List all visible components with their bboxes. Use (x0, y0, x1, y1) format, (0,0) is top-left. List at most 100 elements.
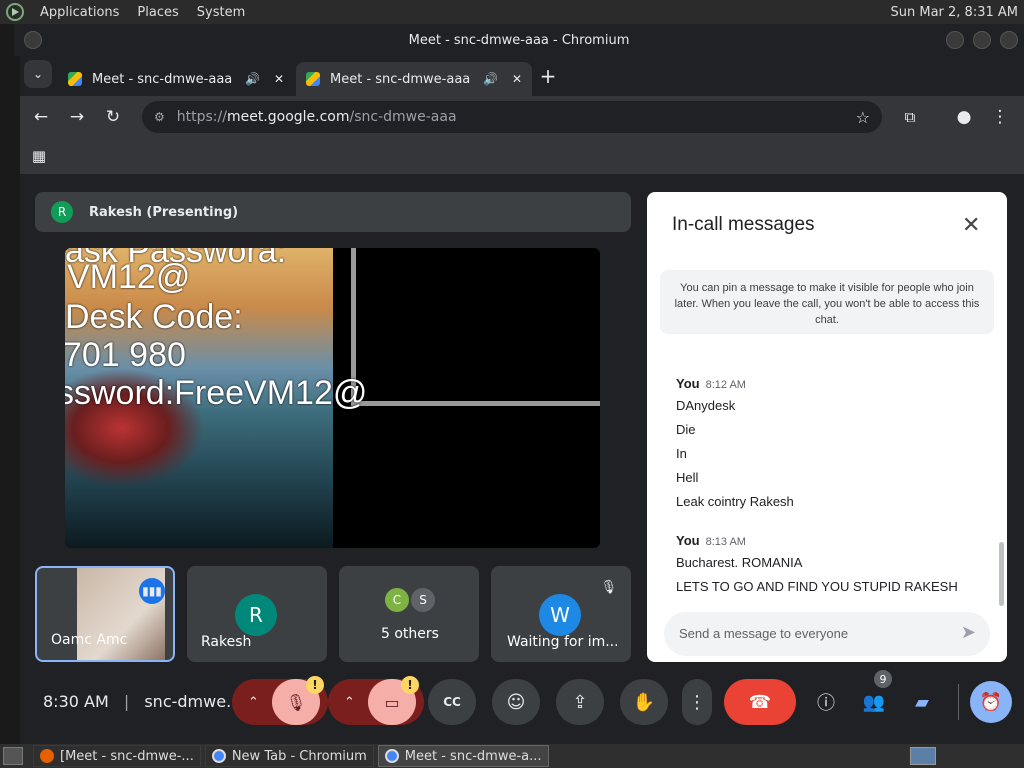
bookmarks-bar: ▦ (20, 138, 1024, 174)
close-tab-icon[interactable]: ✕ (512, 72, 522, 86)
presenter-label: Rakesh (Presenting) (89, 204, 239, 220)
screen-text-line: VM12@ (67, 258, 191, 296)
mic-warning-icon: ! (306, 676, 324, 694)
close-window-button[interactable] (1000, 31, 1018, 49)
url-scheme: https:// (176, 109, 227, 125)
presenter-avatar: R (51, 201, 73, 223)
participant-avatar: W (539, 594, 581, 636)
in-call-messages-panel: In-call messages ✕ You can pin a message… (647, 192, 1007, 662)
minimize-button[interactable] (946, 31, 964, 49)
screen-text-line: 701 980 (65, 336, 186, 374)
profile-icon[interactable]: ● (948, 101, 980, 133)
mic-off-icon: 🎙 (600, 580, 617, 595)
people-count-badge: 9 (874, 670, 892, 688)
more-options-icon[interactable]: ⋮ (682, 679, 712, 725)
message-line: In (676, 446, 687, 461)
audio-playing-icon[interactable]: 🔊 (483, 72, 498, 86)
apps-grid-icon[interactable]: ▦ (23, 140, 55, 172)
captions-button[interactable]: CC (428, 679, 476, 725)
meeting-details: 8:30 AM | snc-dmwe... (43, 692, 242, 711)
back-arrow-icon[interactable]: ← (25, 101, 57, 133)
desktop-edge (0, 24, 20, 744)
participant-name: Waiting for im... (507, 634, 617, 650)
gnome-foot-icon[interactable] (6, 3, 24, 21)
present-screen-button[interactable]: ⇪ (556, 679, 604, 725)
message-time: 8:12 AM (705, 379, 746, 391)
raise-hand-button[interactable]: ✋ (620, 679, 668, 725)
window-title: Meet - snc-dmwe-aaa - Chromium (408, 32, 630, 48)
message-line: Bucharest. ROMANIA (676, 555, 803, 570)
extensions-puzzle-icon[interactable]: ⧉ (894, 101, 926, 133)
tab-title: Meet - snc-dmwe-aaa (330, 71, 471, 87)
activities-alarm-icon[interactable]: ⏰ (970, 681, 1012, 723)
chat-message-input[interactable]: Send a message to everyone ➤ (664, 612, 990, 656)
kebab-menu-icon[interactable]: ⋮ (984, 101, 1016, 133)
participant-tile-rakesh[interactable]: R Rakesh (187, 566, 327, 662)
window-menu-button[interactable] (24, 31, 42, 49)
participant-tile-self[interactable]: ▮▮▮ Oamc Amc (35, 566, 175, 662)
pin-info-note: You can pin a message to make it visible… (660, 270, 994, 334)
address-bar[interactable]: ⚙ https:// meet.google.com /snc-dmwe-aaa… (142, 101, 882, 133)
taskbar-item-active[interactable]: Meet - snc-dmwe-a... (377, 745, 549, 767)
meeting-time: 8:30 AM (43, 692, 109, 711)
meeting-info-icon[interactable]: ⓘ (808, 679, 844, 725)
screen-text-line: ssword:FreeVM12@ (65, 374, 368, 412)
show-desktop-icon[interactable] (3, 747, 23, 765)
meet-favicon-icon (68, 72, 82, 86)
new-tab-plus-icon[interactable]: + (532, 60, 564, 92)
clock-datetime[interactable]: Sun Mar 2, 8:31 AM (891, 5, 1019, 20)
menu-system[interactable]: System (191, 5, 251, 20)
chromium-icon (211, 749, 226, 763)
message-line: Leak cointry Rakesh (676, 494, 794, 509)
presenter-bar: R Rakesh (Presenting) (35, 192, 631, 232)
message-time: 8:13 AM (705, 536, 746, 548)
controls-divider (958, 684, 959, 720)
chat-title: In-call messages (672, 214, 815, 235)
participant-avatar: C (385, 588, 409, 612)
chat-scrollbar[interactable] (999, 542, 1004, 606)
forward-arrow-icon[interactable]: → (61, 101, 93, 133)
reload-icon[interactable]: ↻ (97, 101, 129, 133)
workspace-switcher[interactable] (910, 747, 936, 765)
camera-warning-icon: ! (401, 676, 419, 694)
leave-call-button[interactable]: ☎ (724, 679, 796, 725)
participant-avatar: R (235, 594, 277, 636)
bookmark-star-icon[interactable]: ☆ (856, 108, 870, 127)
audio-playing-icon[interactable]: 🔊 (245, 72, 260, 86)
chat-input-placeholder: Send a message to everyone (679, 626, 849, 641)
tab-title: Meet - snc-dmwe-aaa (92, 71, 233, 87)
remote-window-frame (351, 248, 600, 406)
participant-avatar: S (411, 588, 435, 612)
shared-screen[interactable]: ask Passwora: VM12@ Desk Code: 701 980 s… (65, 248, 600, 548)
maximize-button[interactable] (973, 31, 991, 49)
tab-meet-1[interactable]: Meet - snc-dmwe-aaa 🔊 ✕ (58, 62, 294, 96)
participant-tile-waiting[interactable]: 🎙 W Waiting for im... (491, 566, 631, 662)
tab-strip: ⌄ Meet - snc-dmwe-aaa 🔊 ✕ Meet - snc-dmw… (20, 56, 1024, 96)
close-tab-icon[interactable]: ✕ (274, 72, 284, 86)
taskbar-item[interactable]: New Tab - Chromium (204, 745, 374, 767)
emoji-reactions-button[interactable]: ☺ (492, 679, 540, 725)
meeting-code: snc-dmwe... (144, 692, 242, 711)
site-info-icon[interactable]: ⚙ (154, 110, 165, 124)
tab-search-chevron-icon[interactable]: ⌄ (24, 60, 52, 88)
message-line: LETS TO GO AND FIND YOU STUPID RAKESH (676, 579, 958, 594)
window-titlebar[interactable]: Meet - snc-dmwe-aaa - Chromium (14, 24, 1024, 56)
url-path: /snc-dmwe-aaa (349, 109, 457, 125)
taskbar: [Meet - snc-dmwe-... New Tab - Chromium … (0, 744, 1024, 768)
meet-favicon-icon (306, 72, 320, 86)
message-sender: You 8:13 AM (676, 533, 746, 548)
tab-meet-2[interactable]: Meet - snc-dmwe-aaa 🔊 ✕ (296, 62, 533, 96)
chat-icon[interactable]: ▰ (904, 679, 940, 725)
taskbar-item[interactable]: [Meet - snc-dmwe-... (33, 745, 201, 767)
send-icon[interactable]: ➤ (961, 622, 976, 643)
menu-places[interactable]: Places (131, 5, 184, 20)
chromium-icon (384, 749, 399, 763)
participant-name: 5 others (381, 626, 439, 642)
browser-toolbar: ← → ↻ ⚙ https:// meet.google.com /snc-dm… (20, 96, 1024, 138)
participant-tile-others[interactable]: C S 5 others (339, 566, 479, 662)
menu-applications[interactable]: Applications (34, 5, 125, 20)
close-icon[interactable]: ✕ (962, 212, 980, 238)
message-line: Die (676, 422, 696, 437)
system-panel: Applications Places System Sun Mar 2, 8:… (0, 0, 1024, 24)
speaking-indicator-icon: ▮▮▮ (139, 578, 165, 604)
